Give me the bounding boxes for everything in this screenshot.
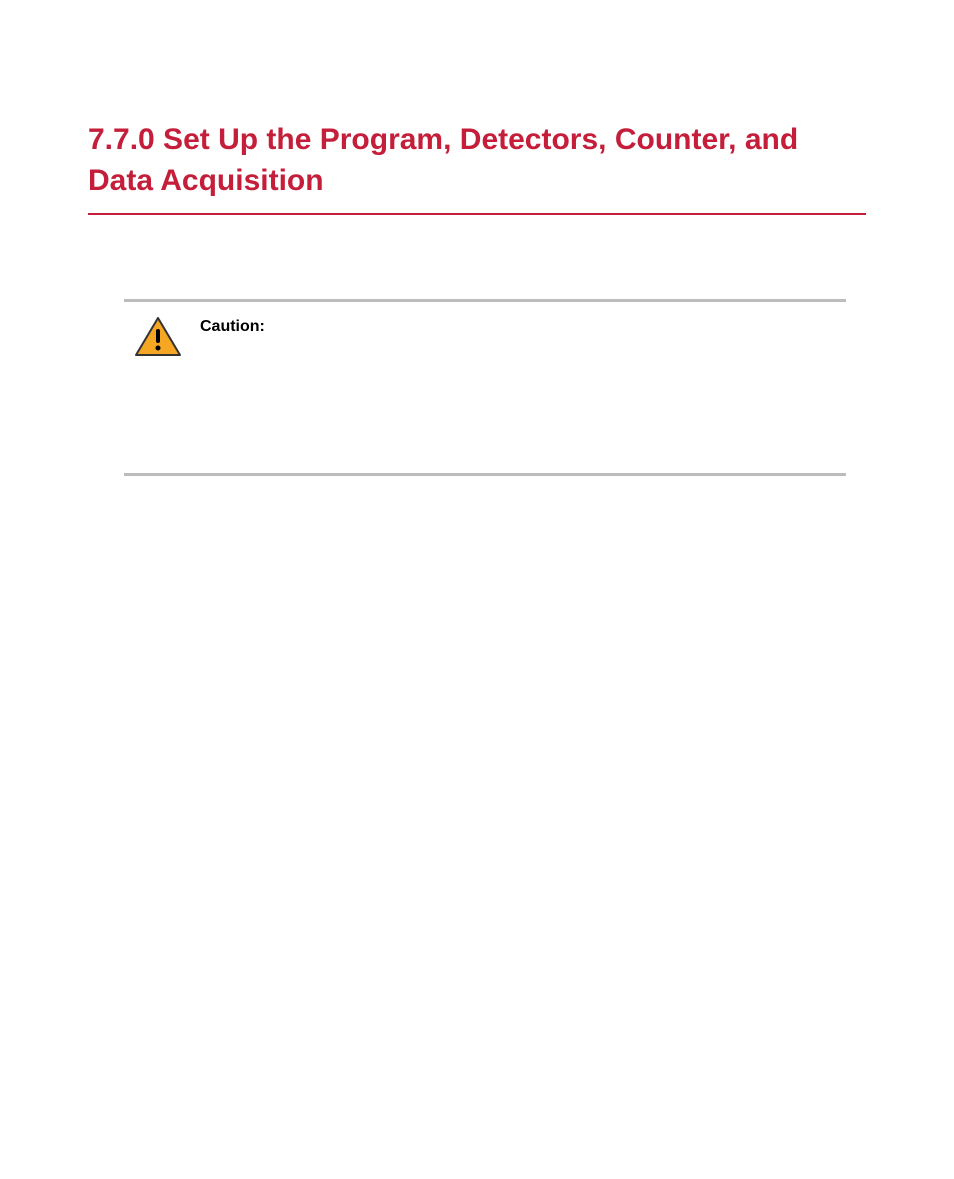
title-divider	[88, 213, 866, 215]
section-title: 7.7.0 Set Up the Program, Detectors, Cou…	[88, 120, 866, 201]
caution-label: Caution:	[200, 318, 265, 336]
warning-icon	[134, 316, 182, 363]
caution-box: Caution:	[124, 299, 846, 476]
